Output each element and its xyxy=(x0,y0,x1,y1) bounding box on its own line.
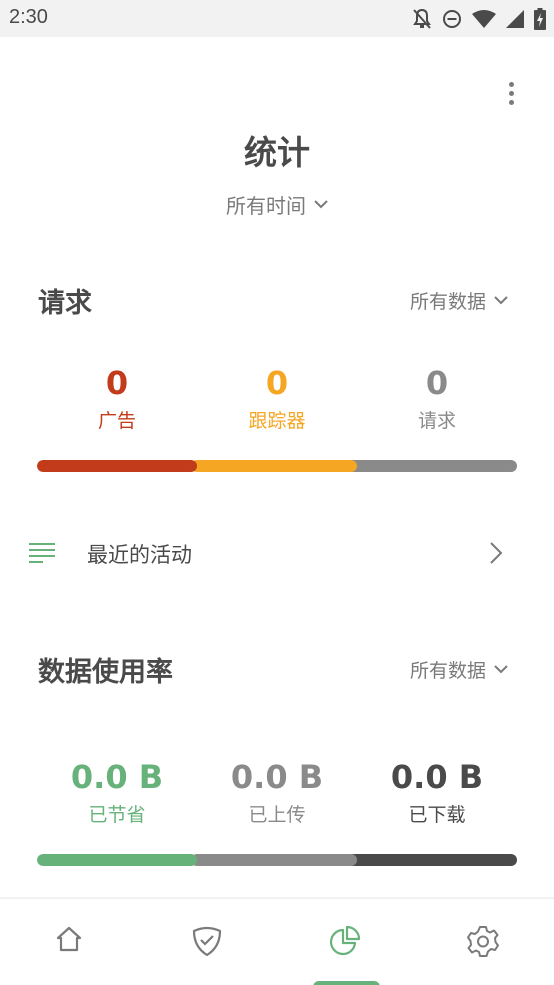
data-usage-stats: 0.0 B 已节省 0.0 B 已上传 0.0 B 已下载 xyxy=(37,758,517,827)
nav-home[interactable] xyxy=(0,899,138,985)
period-dropdown[interactable]: 所有时间 xyxy=(0,190,554,219)
active-tab-indicator xyxy=(313,981,380,985)
stat-trackers: 0 跟踪器 xyxy=(197,364,357,433)
page-title: 统计 xyxy=(244,133,310,172)
more-vert-icon-dot xyxy=(508,81,514,87)
nav-statistics[interactable] xyxy=(276,899,414,985)
notifications-off-icon xyxy=(413,8,431,29)
chevron-down-icon xyxy=(494,665,508,674)
stat-downloaded-value: 0.0 B xyxy=(390,758,484,796)
stat-ads: 0 广告 xyxy=(37,364,197,433)
more-options-button[interactable] xyxy=(498,78,524,108)
requests-filter-dropdown[interactable]: 所有数据 xyxy=(410,287,508,314)
recent-activity-label: 最近的活动 xyxy=(87,543,192,567)
do-not-disturb-icon xyxy=(443,10,461,28)
usage-bar-segment-0 xyxy=(37,854,197,866)
requests-distribution-bar xyxy=(37,460,517,472)
status-icons xyxy=(412,7,546,31)
battery-charging-icon xyxy=(534,8,546,30)
chevron-down-icon xyxy=(494,296,508,305)
recent-activity-row[interactable]: 最近的活动 xyxy=(0,523,554,583)
home-icon xyxy=(56,926,82,952)
chevron-down-icon xyxy=(314,200,328,209)
stat-uploaded-value: 0.0 B xyxy=(230,758,324,796)
bottom-navigation xyxy=(0,897,554,985)
stat-requests-label: 请求 xyxy=(417,410,456,432)
requests-bar-segment-1 xyxy=(190,460,357,472)
data-usage-filter-dropdown[interactable]: 所有数据 xyxy=(410,656,508,683)
gear-icon xyxy=(467,926,499,957)
requests-stats: 0 广告 0 跟踪器 0 请求 xyxy=(37,364,517,433)
more-vert-icon-dot xyxy=(508,99,514,105)
nav-protection[interactable] xyxy=(138,899,276,985)
nav-settings[interactable] xyxy=(414,899,552,985)
stat-uploaded: 0.0 B 已上传 xyxy=(197,758,357,827)
stat-requests: 0 请求 xyxy=(357,364,517,433)
chevron-right-icon xyxy=(490,542,503,564)
data-usage-distribution-bar xyxy=(37,854,517,866)
wifi-icon xyxy=(472,10,496,28)
stat-saved-value: 0.0 B xyxy=(70,758,164,796)
stat-requests-value: 0 xyxy=(425,364,449,402)
stat-trackers-label: 跟踪器 xyxy=(248,410,306,432)
shield-check-icon xyxy=(192,926,222,957)
status-bar: 2:30 xyxy=(0,0,554,37)
requests-bar-segment-0 xyxy=(37,460,197,472)
pie-chart-icon xyxy=(329,925,361,956)
data-usage-filter-label: 所有数据 xyxy=(409,660,486,682)
requests-section-title: 请求 xyxy=(38,288,92,319)
period-label: 所有时间 xyxy=(226,194,306,218)
more-vert-icon-dot xyxy=(508,90,514,96)
requests-bar-segment-2 xyxy=(350,460,517,472)
stat-trackers-value: 0 xyxy=(265,364,289,402)
stat-downloaded-label: 已下载 xyxy=(408,804,466,826)
stat-saved: 0.0 B 已节省 xyxy=(37,758,197,827)
stat-saved-label: 已节省 xyxy=(88,804,146,826)
stat-uploaded-label: 已上传 xyxy=(248,804,306,826)
list-lines-icon xyxy=(29,543,55,563)
stat-downloaded: 0.0 B 已下载 xyxy=(357,758,517,827)
stat-ads-value: 0 xyxy=(105,364,129,402)
cellular-signal-icon xyxy=(506,10,524,28)
usage-bar-segment-2 xyxy=(350,854,517,866)
usage-bar-segment-1 xyxy=(190,854,357,866)
status-time: 2:30 xyxy=(9,6,48,28)
requests-filter-label: 所有数据 xyxy=(409,291,486,313)
stat-ads-label: 广告 xyxy=(97,410,136,432)
data-usage-section-title: 数据使用率 xyxy=(38,657,173,688)
